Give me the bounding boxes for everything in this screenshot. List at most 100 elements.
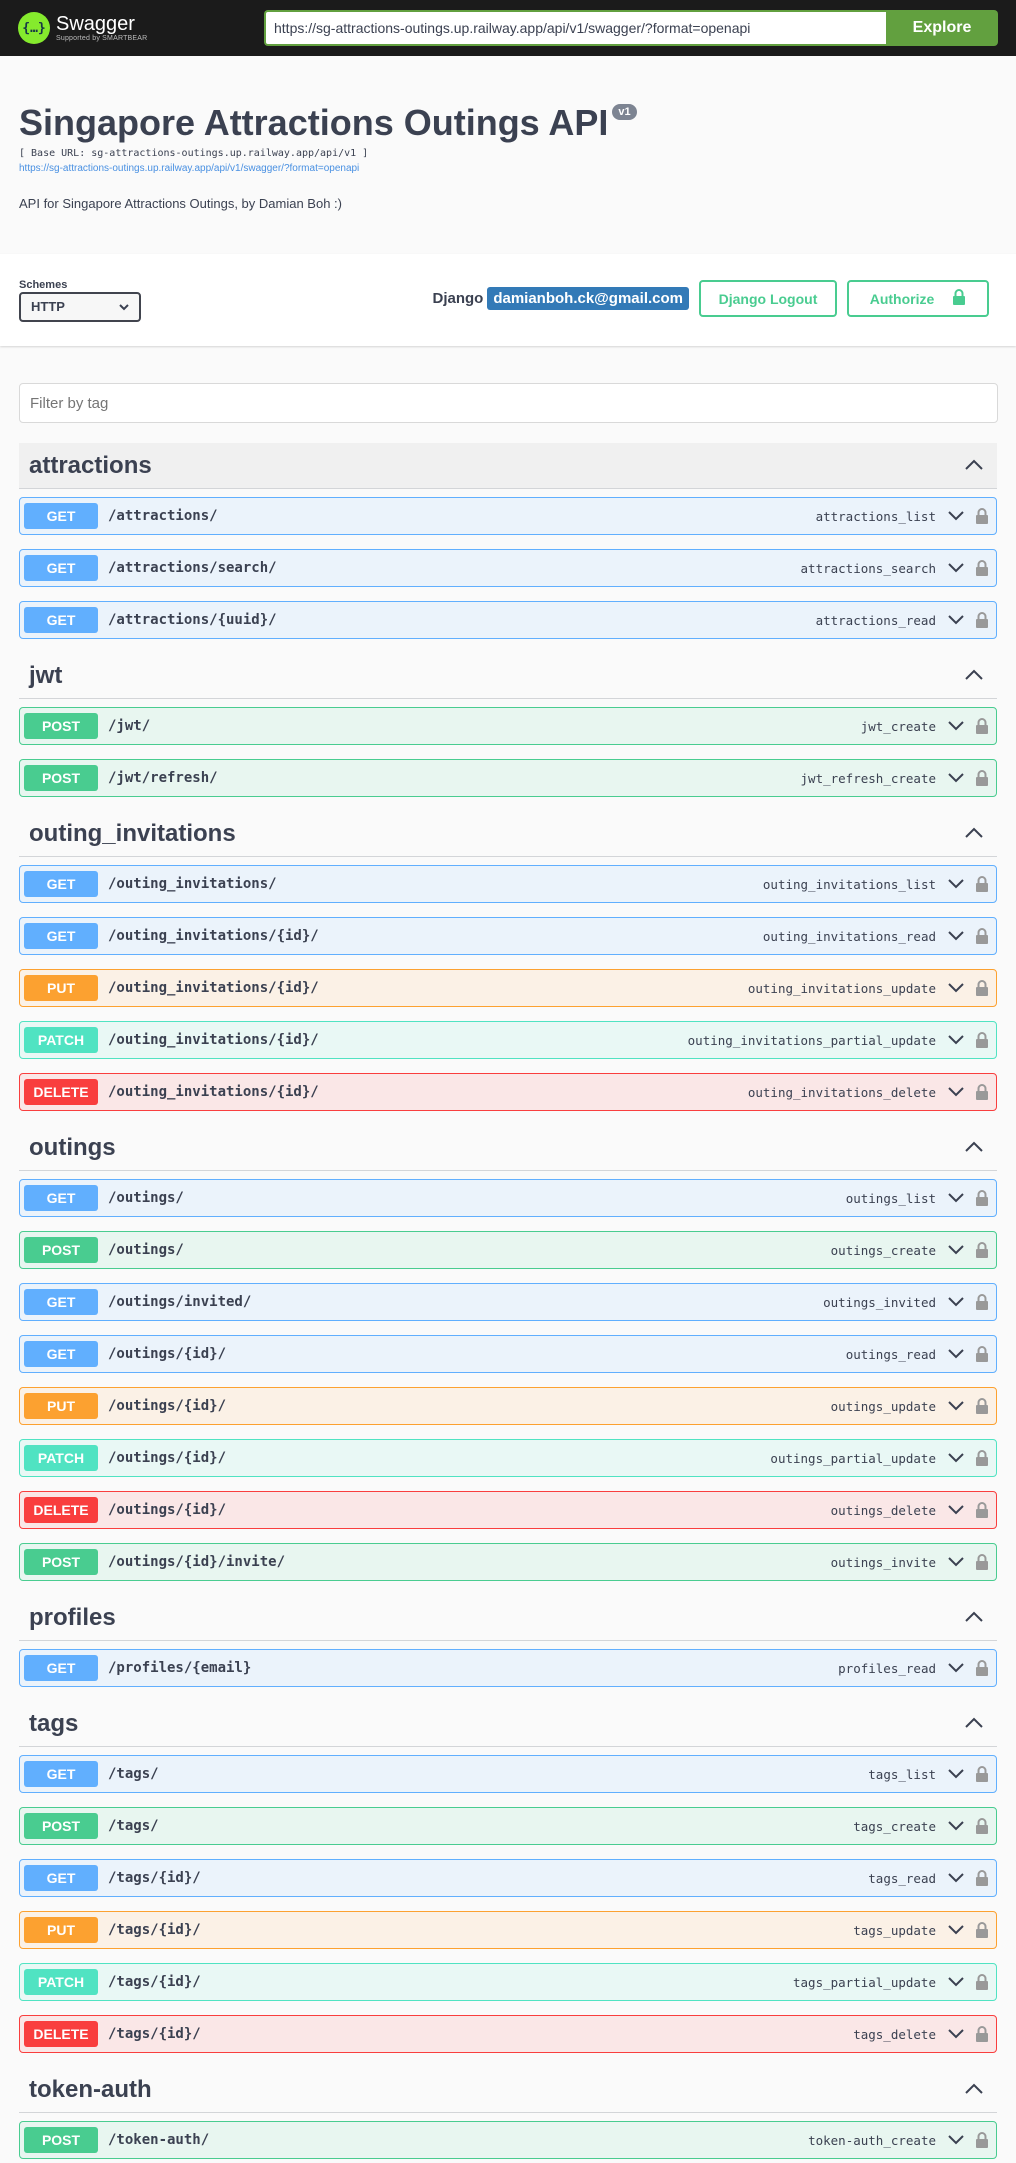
chevron-down-icon[interactable] <box>946 1816 966 1836</box>
tag-header[interactable]: outing_invitations <box>19 811 997 857</box>
operation-row[interactable]: GET/outings/invited/outings_invited <box>19 1283 997 1321</box>
chevron-up-icon[interactable] <box>965 667 983 685</box>
schemes-select[interactable]: HTTP <box>19 291 141 322</box>
chevron-down-icon[interactable] <box>946 926 966 946</box>
lock-icon[interactable] <box>972 978 992 998</box>
chevron-down-icon[interactable] <box>946 610 966 630</box>
operation-row[interactable]: PUT/outings/{id}/ outings_update <box>19 1387 997 1425</box>
chevron-down-icon[interactable] <box>946 1030 966 1050</box>
lock-icon[interactable] <box>972 1292 992 1312</box>
operation-row[interactable]: PATCH/tags/{id}/ tags_partial_update <box>19 1963 997 2001</box>
operation-row[interactable]: GET/attractions/{uuid}/ attractions_read <box>19 601 997 639</box>
tag-header[interactable]: profiles <box>19 1595 997 1641</box>
operation-row[interactable]: POST/token-auth/token-auth_create <box>19 2121 997 2159</box>
operation-row[interactable]: GET/outing_invitations/outing_invitation… <box>19 865 997 903</box>
explore-button[interactable]: Explore <box>886 10 998 46</box>
operation-row[interactable]: PATCH/outings/{id}/ outings_partial_updat… <box>19 1439 997 1477</box>
operation-row[interactable]: GET/outing_invitations/{id}/ outing_invit… <box>19 917 997 955</box>
tag-header[interactable]: outings <box>19 1125 997 1171</box>
lock-icon[interactable] <box>972 1500 992 1520</box>
chevron-down-icon[interactable] <box>946 1188 966 1208</box>
lock-icon[interactable] <box>972 558 992 578</box>
lock-icon[interactable] <box>972 716 992 736</box>
chevron-up-icon[interactable] <box>965 1139 983 1157</box>
chevron-up-icon[interactable] <box>965 1715 983 1733</box>
lock-icon[interactable] <box>972 610 992 630</box>
lock-icon[interactable] <box>972 2130 992 2150</box>
lock-icon[interactable] <box>972 2024 992 2044</box>
lock-icon[interactable] <box>972 1082 992 1102</box>
chevron-down-icon[interactable] <box>946 506 966 526</box>
chevron-down-icon[interactable] <box>946 1764 966 1784</box>
chevron-up-icon[interactable] <box>965 825 983 843</box>
lock-icon[interactable] <box>972 926 992 946</box>
operation-row[interactable]: GET/outings/outings_list <box>19 1179 997 1217</box>
chevron-down-icon[interactable] <box>946 1396 966 1416</box>
spec-url-input[interactable] <box>264 10 886 46</box>
operation-row[interactable]: POST/outings/{id}/invite/outings_invite <box>19 1543 997 1581</box>
operation-row[interactable]: PATCH/outing_invitations/{id}/ outing_inv… <box>19 1021 997 1059</box>
chevron-down-icon[interactable] <box>946 2130 966 2150</box>
operation-row[interactable]: POST/jwt/refresh/jwt_refresh_create <box>19 759 997 797</box>
lock-icon[interactable] <box>972 1972 992 1992</box>
chevron-down-icon[interactable] <box>946 768 966 788</box>
operation-row[interactable]: PUT/outing_invitations/{id}/ outing_invit… <box>19 969 997 1007</box>
lock-icon[interactable] <box>972 1030 992 1050</box>
lock-icon[interactable] <box>972 1868 992 1888</box>
operation-row[interactable]: GET/attractions/search/attractions_searc… <box>19 549 997 587</box>
lock-icon[interactable] <box>972 1764 992 1784</box>
operation-row[interactable]: DELETE/outings/{id}/ outings_delete <box>19 1491 997 1529</box>
chevron-up-icon[interactable] <box>965 1609 983 1627</box>
spec-link[interactable]: https://sg-attractions-outings.up.railwa… <box>19 163 997 174</box>
chevron-down-icon[interactable] <box>946 1448 966 1468</box>
lock-icon[interactable] <box>972 506 992 526</box>
operation-row[interactable]: GET/outings/{id}/ outings_read <box>19 1335 997 1373</box>
chevron-down-icon[interactable] <box>946 1344 966 1364</box>
chevron-down-icon[interactable] <box>946 1082 966 1102</box>
tag-header[interactable]: tags <box>19 1701 997 1747</box>
operation-row[interactable]: GET/attractions/attractions_list <box>19 497 997 535</box>
operation-row[interactable]: DELETE/outing_invitations/{id}/ outing_in… <box>19 1073 997 1111</box>
filter-by-tag-input[interactable] <box>19 383 998 423</box>
tag-header[interactable]: attractions <box>19 443 997 489</box>
chevron-up-icon[interactable] <box>965 2081 983 2099</box>
chevron-down-icon[interactable] <box>946 1658 966 1678</box>
chevron-down-icon[interactable] <box>946 1500 966 1520</box>
tag-header[interactable]: jwt <box>19 653 997 699</box>
lock-icon[interactable] <box>972 1920 992 1940</box>
chevron-down-icon[interactable] <box>946 1552 966 1572</box>
operation-row[interactable]: DELETE/tags/{id}/ tags_delete <box>19 2015 997 2053</box>
swagger-logo[interactable]: {…} Swagger Supported by SMARTBEAR <box>18 12 264 44</box>
chevron-down-icon[interactable] <box>946 716 966 736</box>
chevron-down-icon[interactable] <box>946 1292 966 1312</box>
operation-row[interactable]: GET/tags/{id}/ tags_read <box>19 1859 997 1897</box>
chevron-down-icon[interactable] <box>946 1868 966 1888</box>
lock-icon[interactable] <box>972 1552 992 1572</box>
lock-icon[interactable] <box>972 874 992 894</box>
lock-icon[interactable] <box>972 1344 992 1364</box>
lock-icon[interactable] <box>972 1188 992 1208</box>
operation-row[interactable]: POST/tags/tags_create <box>19 1807 997 1845</box>
chevron-down-icon[interactable] <box>946 874 966 894</box>
chevron-down-icon[interactable] <box>946 1972 966 1992</box>
operation-row[interactable]: PUT/tags/{id}/ tags_update <box>19 1911 997 1949</box>
lock-icon[interactable] <box>972 1816 992 1836</box>
lock-icon[interactable] <box>972 1240 992 1260</box>
operation-row[interactable]: POST/outings/outings_create <box>19 1231 997 1269</box>
chevron-up-icon[interactable] <box>965 457 983 475</box>
authorize-button[interactable]: Authorize <box>847 280 989 317</box>
lock-icon[interactable] <box>972 1658 992 1678</box>
lock-icon[interactable] <box>972 1396 992 1416</box>
operation-row[interactable]: GET/tags/tags_list <box>19 1755 997 1793</box>
lock-icon[interactable] <box>972 768 992 788</box>
chevron-down-icon[interactable] <box>946 978 966 998</box>
operation-row[interactable]: POST/jwt/jwt_create <box>19 707 997 745</box>
chevron-down-icon[interactable] <box>946 2024 966 2044</box>
operation-row[interactable]: GET/profiles/{email} profiles_read <box>19 1649 997 1687</box>
django-logout-button[interactable]: Django Logout <box>699 280 837 317</box>
chevron-down-icon[interactable] <box>946 1240 966 1260</box>
chevron-down-icon[interactable] <box>946 558 966 578</box>
tag-header[interactable]: token-auth <box>19 2067 997 2113</box>
lock-icon[interactable] <box>972 1448 992 1468</box>
chevron-down-icon[interactable] <box>946 1920 966 1940</box>
